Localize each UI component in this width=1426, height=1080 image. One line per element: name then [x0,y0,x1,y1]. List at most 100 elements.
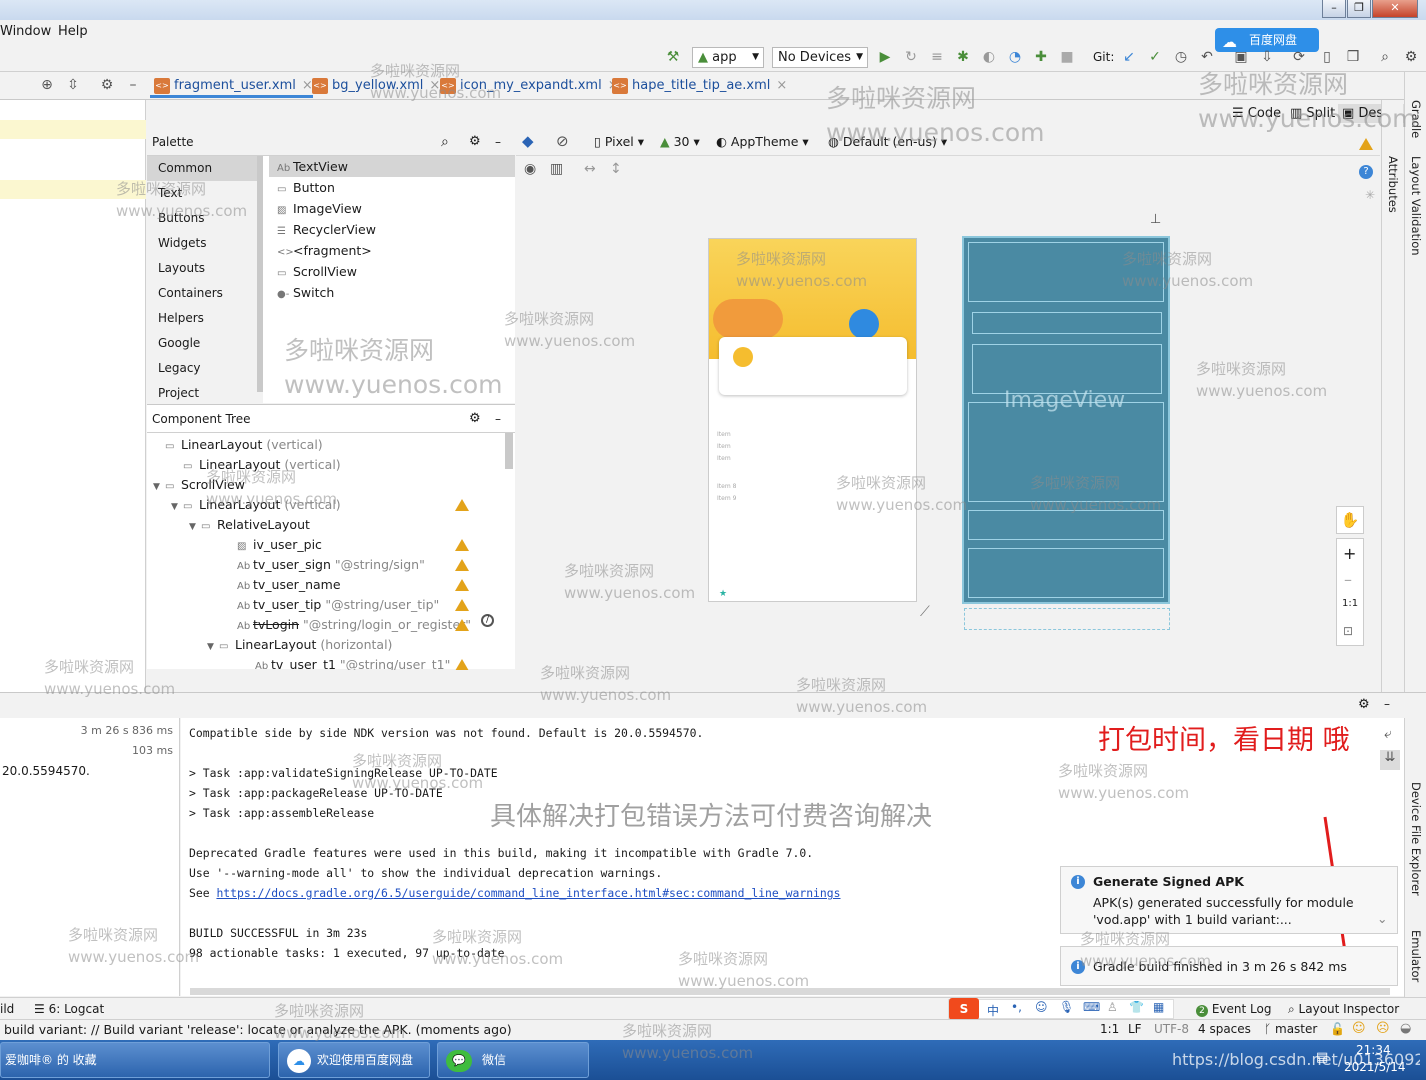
layout-inspector-tab[interactable]: ⌕ Layout Inspector [1288,1002,1399,1017]
line-separator[interactable]: LF [1128,1022,1142,1036]
target-icon[interactable]: ⊕ [38,76,56,94]
warning-icon[interactable] [455,579,469,591]
close-tab-icon[interactable]: × [776,78,787,93]
event-log-tab[interactable]: 2 Event Log [1196,1002,1271,1017]
tree-node[interactable]: ▨ iv_user_pic [225,535,515,555]
resize-handle-icon[interactable]: ⟋ [920,604,930,620]
search-icon[interactable]: ⌕ [1376,48,1394,66]
hide-icon[interactable]: – [495,128,501,156]
expand-arrow-icon[interactable]: ▼ [189,517,201,537]
split-view-button[interactable]: ▥ Split [1290,106,1335,121]
chevron-down-icon[interactable]: ⌄ [1377,911,1387,926]
gear-icon[interactable]: ⚙ [1358,697,1370,712]
expand-arrow-icon[interactable]: ▼ [153,477,165,497]
build-console-scrollbar[interactable] [190,988,1390,995]
taskbar-item-baidu[interactable]: ☁ 欢迎使用百度网盘 [278,1042,430,1078]
locale-dropdown[interactable]: ◍ Default (en-us) ▾ [828,134,947,149]
horizontal-resize-icon[interactable]: ↔ [584,161,596,177]
palette-item[interactable]: <><fragment> [269,240,515,261]
zoom-in-button[interactable]: + [1343,544,1356,563]
tree-node[interactable]: ▭ LinearLayout (vertical) [171,455,515,475]
logcat-tool-tab[interactable]: ☰ 6: Logcat [34,1002,104,1016]
module-select[interactable]: ▲ app ▼ [692,47,764,68]
frown-icon[interactable]: ☹ [1376,1021,1390,1036]
debug-icon[interactable]: ✱ [954,48,972,66]
avd-manager-icon[interactable]: ▣ [1232,48,1250,66]
attributes-tab[interactable]: Attributes [1386,156,1400,213]
lock-icon[interactable]: 🔓 [1330,1022,1345,1036]
inspector-icon[interactable]: ◒ [1400,1021,1411,1036]
sync-icon[interactable]: ⟳ [1290,48,1308,66]
warning-icon[interactable] [455,539,469,551]
tab-bg-yellow[interactable]: <> bg_yellow.xml × [308,76,440,98]
tree-node[interactable]: ▭ LinearLayout (vertical) [153,435,515,455]
palette-item[interactable]: ▭ Button [269,177,515,198]
gear-icon[interactable]: ⚙ [98,76,116,94]
run-icon[interactable]: ▶ [876,48,894,66]
gradle-tab[interactable]: Gradle [1409,100,1423,138]
device-file-explorer-tab[interactable]: Device File Explorer [1409,782,1423,896]
tab-hape-title-tip[interactable]: <> hape_title_tip_ae.xml × [608,76,787,98]
structure-icon[interactable]: ❒ [1344,48,1362,66]
warning-icon[interactable] [455,599,469,611]
taskbar-clock-date[interactable]: 2021/5/14 [1344,1060,1406,1074]
zoom-actual-size-button[interactable]: 1:1 [1342,598,1358,609]
taskbar-item-favorites[interactable]: 爱咖啡® 的 收藏 [0,1042,270,1078]
pin-icon[interactable]: ⊥ [1150,212,1161,227]
palette-item[interactable]: ☰ RecyclerView [269,219,515,240]
scroll-to-end-icon[interactable]: ⇊ [1380,750,1400,770]
menu-window[interactable]: Window [0,24,51,39]
gear-icon[interactable]: ⚙ [469,128,481,156]
palette-item[interactable]: Ab TextView [269,156,515,177]
settings-icon[interactable]: ⚙ [1402,48,1420,66]
hide-icon[interactable]: – [1384,697,1390,711]
visibility-off-icon[interactable]: / [481,614,494,627]
taskbar-item-wechat[interactable]: 💬 微信 [437,1042,589,1078]
tree-node[interactable]: ▼ ▭ ScrollView [153,475,515,495]
device-select[interactable]: No Devices ▼ [772,47,868,68]
ime-toolbar[interactable]: S 中 •, ☺ 🎙 ⌨ ♙ 👕 ▦ [948,998,1174,1020]
tree-node[interactable]: ▼ ▭ RelativeLayout [189,515,515,535]
palette-item[interactable]: ▭ ScrollView [269,261,515,282]
gear-icon[interactable]: ⚙ [469,405,481,433]
sdk-manager-icon[interactable]: ⇩ [1258,48,1276,66]
minimize-button[interactable]: – [1322,0,1346,18]
eye-icon[interactable]: ◉ [524,161,536,177]
phone-preview[interactable]: Item Item Item Item 8 Item 9 ★ [708,238,917,602]
expand-arrow-icon[interactable]: ▼ [207,637,219,657]
git-branch[interactable]: ᚴ master [1264,1022,1317,1036]
tree-node[interactable]: Ab tvLogin "@string/login_or_register" [225,615,515,635]
rollback-icon[interactable]: ↶ [1198,48,1216,66]
hide-icon[interactable]: – [495,405,501,433]
warning-icon[interactable] [455,559,469,571]
hammer-icon[interactable]: ⚒ [664,48,682,66]
theme-dropdown[interactable]: ◐ AppTheme ▾ [716,134,809,149]
build-tool-tab[interactable]: ild [0,1002,14,1016]
tree-node[interactable]: Ab tv_user_tip "@string/user_tip" [225,595,515,615]
tree-scrollbar[interactable] [505,433,513,469]
menu-help[interactable]: Help [58,24,88,39]
api-dropdown[interactable]: ▲ 30 ▾ [660,134,700,149]
notification-gradle-finished[interactable]: i Gradle build finished in 3 m 26 s 842 … [1060,946,1398,986]
caret-position[interactable]: 1:1 [1100,1022,1119,1036]
palette-item[interactable]: ●- Switch [269,282,515,303]
emulator-tab[interactable]: Emulator [1409,930,1423,982]
blueprint-preview[interactable]: ImageView [962,236,1170,604]
device-manager-icon[interactable]: ▯ [1318,48,1336,66]
warning-icon[interactable] [455,499,469,511]
palette-item[interactable]: ▨ ImageView [269,198,515,219]
device-dropdown[interactable]: ▯ Pixel ▾ [594,134,644,149]
search-icon[interactable]: ⌕ [441,128,449,156]
apply-changes-icon[interactable]: ≡ [928,48,946,66]
help-icon[interactable]: ? [1359,165,1373,179]
code-view-button[interactable]: ☰ Code [1232,106,1281,121]
pan-button[interactable]: ✋ [1336,506,1364,534]
stop-icon[interactable]: ■ [1058,48,1076,66]
layout-validation-tab[interactable]: Layout Validation [1409,156,1423,256]
blueprint-toggle-icon[interactable]: ▥ [550,161,563,177]
close-button[interactable]: ✕ [1372,0,1418,18]
git-update-icon[interactable]: ↙ [1120,48,1138,66]
tree-node[interactable]: Ab tv_user_name [225,575,515,595]
tree-node[interactable]: ▼ ▭ LinearLayout (horizontal) [207,635,515,655]
no-orientation-icon[interactable]: ⊘ [556,132,569,150]
